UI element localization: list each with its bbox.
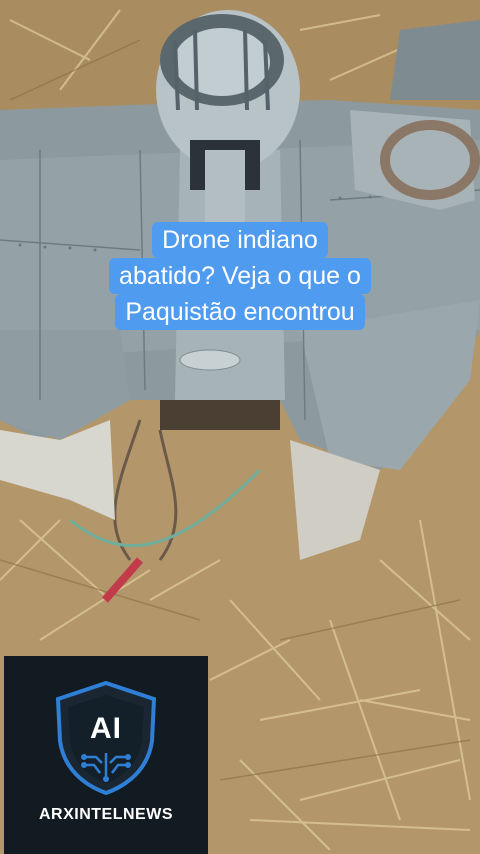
caption-line-1: Drone indiano	[152, 222, 328, 258]
channel-logo: AI ARXINTELNEWS	[4, 656, 208, 854]
brand-name: ARXINTELNEWS	[39, 806, 173, 823]
caption-line-3: Paquistão encontrou	[115, 294, 365, 330]
caption-line-2: abatido? Veja o que o	[109, 258, 371, 294]
video-caption: Drone indiano abatido? Veja o que o Paqu…	[0, 222, 480, 330]
logo-mark-text: AI	[90, 712, 122, 745]
